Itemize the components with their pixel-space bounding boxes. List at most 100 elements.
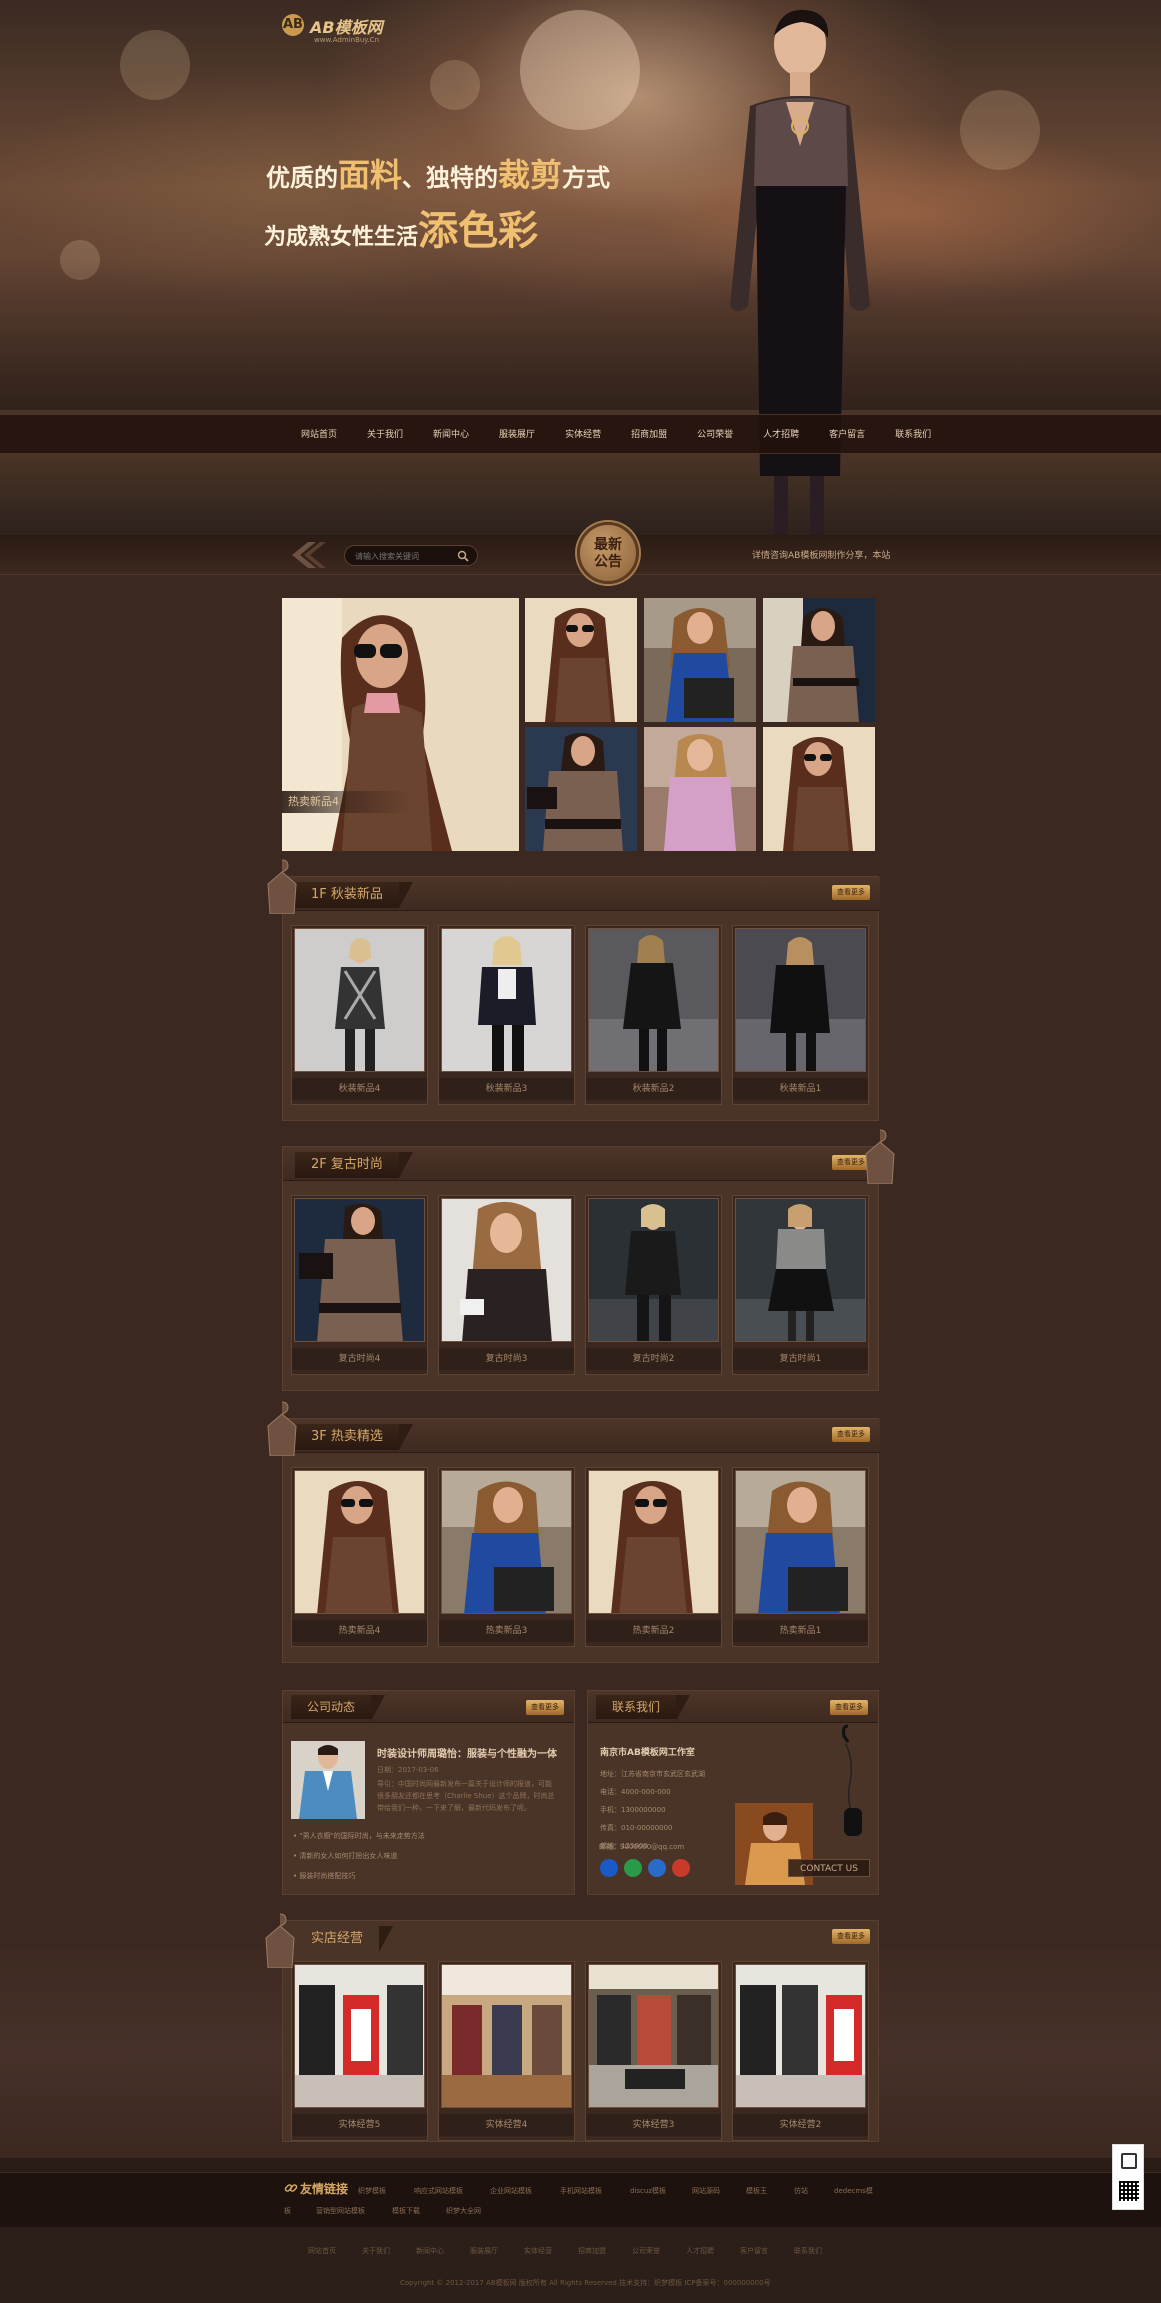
- hot-thumb[interactable]: [644, 727, 756, 851]
- friend-link[interactable]: 板: [284, 2206, 291, 2216]
- friend-link[interactable]: 网站源码: [692, 2186, 720, 2196]
- news-headline[interactable]: 时装设计师周璐怡：服装与个性融为一体: [377, 1745, 557, 1760]
- section-header: 实店经营 查看更多: [283, 1921, 880, 1955]
- footer-nav-item[interactable]: 招商加盟: [578, 2246, 606, 2256]
- product-photo: [442, 1471, 571, 1613]
- qq-icon[interactable]: [600, 1859, 618, 1877]
- product-card[interactable]: 复古时尚1: [732, 1195, 869, 1375]
- news-list-item[interactable]: • 清新的女人如何打扮出女人味道: [293, 1851, 397, 1861]
- store-card[interactable]: 实体经营4: [438, 1961, 575, 2141]
- nav-item-jobs[interactable]: 人才招聘: [748, 415, 814, 455]
- store-photo: [736, 1965, 865, 2107]
- contact-us-button[interactable]: CONTACT US: [788, 1859, 870, 1877]
- qr-code-icon[interactable]: [1119, 2181, 1139, 2201]
- footer-nav-item[interactable]: 服装展厅: [470, 2246, 498, 2256]
- nav-item-stores[interactable]: 实体经营: [550, 415, 616, 455]
- product-card[interactable]: 热卖新品4: [291, 1467, 428, 1647]
- product-card[interactable]: 热卖新品2: [585, 1467, 722, 1647]
- nav-item-about[interactable]: 关于我们: [352, 415, 418, 455]
- footer-nav-item[interactable]: 关于我们: [362, 2246, 390, 2256]
- contact-fax: 传真：010-00000000: [600, 1824, 673, 1832]
- store-card[interactable]: 实体经营3: [585, 1961, 722, 2141]
- friend-link[interactable]: discuz模板: [630, 2186, 666, 2196]
- hero-slogan-line1: 优质的面料、独特的裁剪方式: [266, 150, 610, 196]
- product-image: [588, 1198, 719, 1342]
- nav-item-guestbook[interactable]: 客户留言: [814, 415, 880, 455]
- nav-item-contact[interactable]: 联系我们: [880, 415, 946, 455]
- more-button[interactable]: 查看更多: [832, 885, 870, 900]
- product-label: 秋装新品3: [439, 1078, 574, 1100]
- friend-link[interactable]: dedecms模: [834, 2186, 873, 2196]
- nav-item-franchise[interactable]: 招商加盟: [616, 415, 682, 455]
- product-card[interactable]: 秋装新品2: [585, 925, 722, 1105]
- search-icon[interactable]: [457, 550, 469, 562]
- hot-thumb[interactable]: [525, 727, 637, 851]
- footer-nav-item[interactable]: 网站首页: [308, 2246, 336, 2256]
- section-autumn-new: 1F 秋装新品 查看更多 秋装新品4 秋装新品3 秋装新品2 秋装新品1: [282, 876, 880, 1121]
- hot-feature-image[interactable]: 热卖新品4: [282, 598, 519, 851]
- news-list-item[interactable]: • 服装时尚搭配技巧: [293, 1871, 355, 1881]
- hot-thumb[interactable]: [763, 727, 875, 851]
- footer-nav-item[interactable]: 联系我们: [794, 2246, 822, 2256]
- friend-links-bar: [0, 2172, 1161, 2227]
- friend-link[interactable]: 营销型网站模板: [316, 2206, 365, 2216]
- store-card[interactable]: 实体经营2: [732, 1961, 869, 2141]
- store-label: 实体经营5: [292, 2114, 427, 2136]
- friend-link[interactable]: 织梦大全网: [446, 2206, 481, 2216]
- hot-thumb[interactable]: [763, 598, 875, 722]
- product-card[interactable]: 秋装新品3: [438, 925, 575, 1105]
- qq-icon[interactable]: [648, 1859, 666, 1877]
- qq-icon[interactable]: [624, 1859, 642, 1877]
- product-card[interactable]: 热卖新品1: [732, 1467, 869, 1647]
- qq-icon[interactable]: [672, 1859, 690, 1877]
- coat-hanger-icon: [265, 1913, 295, 1968]
- friend-link[interactable]: 响应式网站模板: [414, 2186, 463, 2196]
- news-list-item[interactable]: • "男人衣橱"的国际时尚，与未来走势方法: [293, 1831, 425, 1841]
- more-button[interactable]: 查看更多: [832, 1427, 870, 1442]
- product-card[interactable]: 复古时尚2: [585, 1195, 722, 1375]
- friend-link[interactable]: 织梦模板: [358, 2186, 386, 2196]
- more-button[interactable]: 查看更多: [832, 1929, 870, 1944]
- nav-item-honors[interactable]: 公司荣誉: [682, 415, 748, 455]
- site-logo[interactable]: AB AB模板网 www.AdminBuy.Cn: [282, 12, 422, 48]
- edit-icon[interactable]: [1121, 2153, 1137, 2169]
- news-more-button[interactable]: 查看更多: [526, 1700, 564, 1715]
- hot-thumb-photo: [644, 727, 756, 851]
- floating-widget[interactable]: [1112, 2144, 1144, 2210]
- footer-nav-item[interactable]: 客户留言: [740, 2246, 768, 2256]
- hot-thumb[interactable]: [644, 598, 756, 722]
- section-title: 2F 复古时尚: [295, 1152, 413, 1178]
- footer-nav-item[interactable]: 公司荣誉: [632, 2246, 660, 2256]
- nav-item-showroom[interactable]: 服装展厅: [484, 415, 550, 455]
- store-label: 实体经营3: [586, 2114, 721, 2136]
- product-card[interactable]: 复古时尚3: [438, 1195, 575, 1375]
- footer-nav-item[interactable]: 实体经营: [524, 2246, 552, 2256]
- footer-nav-item[interactable]: 人才招聘: [686, 2246, 714, 2256]
- product-photo: [589, 1471, 718, 1613]
- notice-marquee[interactable]: 详情咨询AB模板网制作分享，本站: [752, 548, 890, 561]
- company-news: 公司动态 查看更多 时装设计师周璐怡：服装与个性融为一体 日期：2017-03-…: [282, 1690, 575, 1895]
- hot-thumb[interactable]: [525, 598, 637, 722]
- product-image: [294, 1198, 425, 1342]
- nav-item-news[interactable]: 新闻中心: [418, 415, 484, 455]
- friend-link[interactable]: 手机网站模板: [560, 2186, 602, 2196]
- contact-more-button[interactable]: 查看更多: [830, 1700, 868, 1715]
- section-header: 2F 复古时尚 查看更多: [283, 1147, 880, 1181]
- search-input[interactable]: [355, 549, 455, 563]
- friend-link[interactable]: 模板王: [746, 2186, 767, 2196]
- friend-link[interactable]: 仿站: [794, 2186, 808, 2196]
- product-photo: [736, 1199, 865, 1341]
- section-retro-fashion: 2F 复古时尚 查看更多 复古时尚4 复古时尚3 复古时尚2 复古时尚1: [282, 1146, 880, 1391]
- product-card[interactable]: 秋装新品4: [291, 925, 428, 1105]
- footer-nav-item[interactable]: 新闻中心: [416, 2246, 444, 2256]
- main-nav: 网站首页 关于我们 新闻中心 服装展厅 实体经营 招商加盟 公司荣誉 人才招聘 …: [0, 414, 1161, 454]
- store-card[interactable]: 实体经营5: [291, 1961, 428, 2141]
- product-card[interactable]: 热卖新品3: [438, 1467, 575, 1647]
- friend-link[interactable]: 企业网站模板: [490, 2186, 532, 2196]
- product-card[interactable]: 复古时尚4: [291, 1195, 428, 1375]
- contact-company: 南京市AB模板网工作室: [600, 1748, 695, 1758]
- product-card[interactable]: 秋装新品1: [732, 925, 869, 1105]
- news-thumbnail[interactable]: [291, 1741, 365, 1819]
- friend-link[interactable]: 模板下载: [392, 2206, 420, 2216]
- nav-item-home[interactable]: 网站首页: [286, 415, 352, 455]
